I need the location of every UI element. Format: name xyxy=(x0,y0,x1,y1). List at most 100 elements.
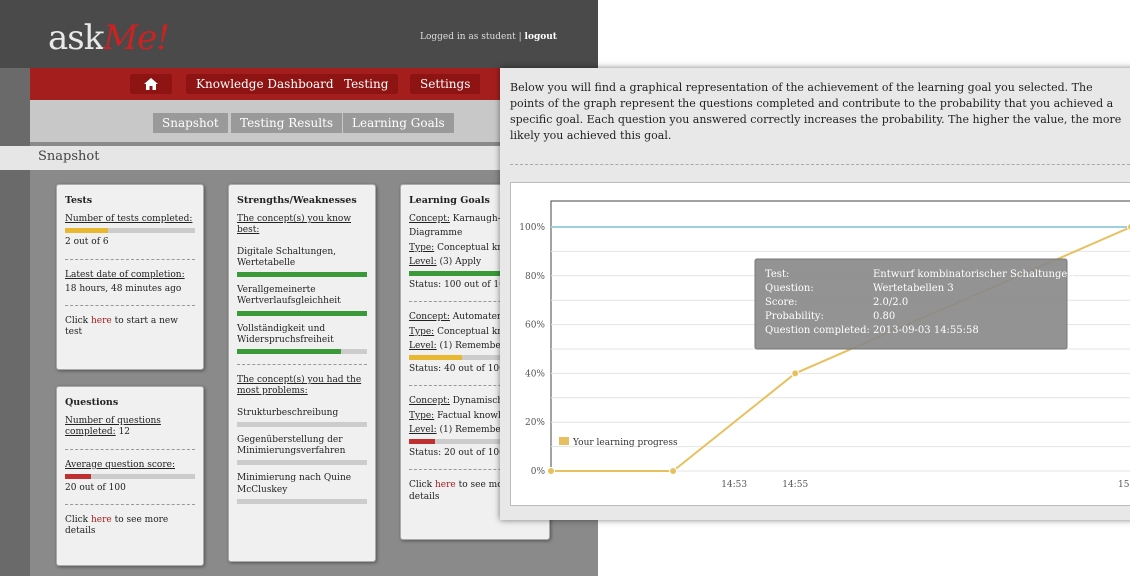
concept-name: Verallgemeinerte Wertverlaufsgleichheit xyxy=(237,285,341,307)
learning-progress-chart: 0% 20% 40% 60% 80% 100% 14:53 14:55 15:06 Your le… xyxy=(519,200,1130,490)
x-tick-label: 14:53 xyxy=(721,480,747,490)
concept-bar-fill xyxy=(237,310,367,316)
goal-concept-value: Automaten xyxy=(449,312,503,323)
concept-name: Vollständigkeit und Widerspruchsfreiheit xyxy=(237,323,334,345)
y-tick-label: 60% xyxy=(525,321,545,331)
avg-score-bar xyxy=(65,473,195,479)
x-tick-label: 15:06 xyxy=(1118,480,1130,490)
goal-type-label: Type: xyxy=(409,242,435,253)
tooltip-value: Wertetabellen 3 xyxy=(873,283,954,294)
goal-type-label: Type: xyxy=(409,410,435,421)
legend-label: Your learning progress xyxy=(572,438,678,448)
concept-bar xyxy=(237,460,367,466)
goal-level-label: Level: xyxy=(409,256,437,267)
app-header: askMe! Logged in as student | logout xyxy=(0,0,598,68)
tooltip-value: 2.0/2.0 xyxy=(873,297,908,308)
tests-panel-title: Tests xyxy=(65,195,93,206)
tests-panel: Tests Number of tests completed: 2 out o… xyxy=(56,184,204,370)
subnav-snapshot[interactable]: Snapshot xyxy=(153,113,228,133)
divider xyxy=(65,504,195,505)
concept-bar-fill xyxy=(237,349,341,354)
avg-score-bar-fill xyxy=(65,473,91,479)
home-icon xyxy=(144,78,158,90)
data-point xyxy=(791,369,800,378)
nav-home-button[interactable] xyxy=(130,74,172,94)
subnav-learning-goals[interactable]: Learning Goals xyxy=(343,113,454,133)
tooltip-label: Score: xyxy=(765,297,798,308)
questions-completed-label: Number of questions completed: xyxy=(65,416,161,438)
goal-level-label: Level: xyxy=(409,340,437,351)
logo-prefix: ask xyxy=(48,18,104,58)
tests-completed-bar-fill xyxy=(65,228,108,234)
divider xyxy=(65,258,195,260)
goal-concept-label: Concept: xyxy=(409,396,450,407)
login-text: Logged in as student | xyxy=(420,32,522,42)
tooltip-value: 2013-09-03 14:55:58 xyxy=(873,325,979,336)
tooltip-label: Question: xyxy=(765,283,814,294)
y-tick-label: 80% xyxy=(525,272,545,282)
goal-bar-fill xyxy=(409,355,462,360)
goal-concept-value: Dynamisch xyxy=(449,396,504,407)
goal-concept-label: Concept: xyxy=(409,214,450,224)
goal-bar-fill xyxy=(409,439,436,444)
goals-more-pre: Click xyxy=(409,480,435,491)
concept-name: Minimierung nach Quine McCluskey xyxy=(237,473,352,495)
x-tick-label: 14:55 xyxy=(782,480,808,490)
questions-completed: Number of questions completed: 12 xyxy=(65,416,195,439)
y-tick-label: 20% xyxy=(525,418,545,428)
goal-level-value: (1) Remember xyxy=(436,340,505,351)
goal-level-label: Level: xyxy=(409,424,437,435)
goal-type-value: Conceptual kno xyxy=(434,242,509,253)
strengths-panel-title: Strengths/Weaknesses xyxy=(237,195,357,206)
nav-testing[interactable]: Testing xyxy=(334,74,399,94)
tooltip-label: Question completed: xyxy=(765,325,870,336)
data-point xyxy=(547,467,555,475)
best-concepts-list: Digitale Schaltungen, Wertetabelle Verall… xyxy=(237,247,367,354)
screenshot-stage: askMe! Logged in as student | logout Kno… xyxy=(0,0,1130,576)
subnav-testing-results[interactable]: Testing Results xyxy=(231,113,343,133)
questions-completed-value: 12 xyxy=(115,427,131,438)
start-test-text: Click here to start a new test xyxy=(65,316,195,339)
divider xyxy=(65,305,195,306)
goal-level-value: (1) Remember xyxy=(436,424,505,435)
nav-settings[interactable]: Settings xyxy=(410,74,481,94)
tooltip-value: Entwurf kombinatorischer Schaltungen xyxy=(873,269,1074,280)
tooltip-value: 0.80 xyxy=(873,311,895,322)
avg-score-value: 20 out of 100 xyxy=(65,482,126,493)
goal-concept-value: Karnaugh-V xyxy=(449,214,507,224)
concept-bar xyxy=(237,421,367,427)
goal-level-value: (3) Apply xyxy=(436,256,482,267)
strengths-panel: Strengths/Weaknesses The concept(s) you … xyxy=(228,184,376,562)
latest-date-label: Latest date of completion: xyxy=(65,269,185,280)
start-test-link[interactable]: here xyxy=(91,316,112,326)
app-logo[interactable]: askMe! xyxy=(48,18,170,58)
popup-divider xyxy=(510,164,1130,165)
goal-type-value: Factual knowle xyxy=(434,410,507,421)
y-tick-label: 40% xyxy=(525,369,545,379)
logout-link[interactable]: logout xyxy=(525,32,557,42)
questions-panel-title: Questions xyxy=(65,397,119,408)
tests-completed-value: 2 out of 6 xyxy=(65,237,109,248)
concept-bar xyxy=(237,349,367,354)
nav-knowledge-dashboard[interactable]: Knowledge Dashboard xyxy=(186,74,344,94)
chart-container: 0% 20% 40% 60% 80% 100% 14:53 14:55 15:06 Your le… xyxy=(510,182,1130,506)
goal-type-value: Conceptual kno xyxy=(434,326,509,337)
best-concepts-label: The concept(s) you know best: xyxy=(237,214,352,236)
data-point xyxy=(669,467,678,475)
legend-swatch xyxy=(559,437,569,445)
learning-goal-popup: Below you will find a graphical represen… xyxy=(500,68,1130,520)
problem-concepts-label: The concept(s) you had the most problems… xyxy=(237,375,362,397)
divider xyxy=(65,448,195,450)
login-status: Logged in as student | logout xyxy=(420,32,557,42)
tests-completed-bar xyxy=(65,228,195,234)
tests-completed-label: Number of tests completed: xyxy=(65,214,193,224)
avg-score-label: Average question score: xyxy=(65,459,175,470)
watermark xyxy=(40,520,1130,576)
logo-suffix: Me! xyxy=(103,18,170,58)
divider xyxy=(237,364,367,365)
start-test-pre: Click xyxy=(65,316,91,326)
y-tick-label: 100% xyxy=(519,223,545,233)
tooltip-label: Probability: xyxy=(765,311,824,322)
goals-more-link[interactable]: here xyxy=(435,480,456,490)
goal-type-label: Type: xyxy=(409,326,435,337)
